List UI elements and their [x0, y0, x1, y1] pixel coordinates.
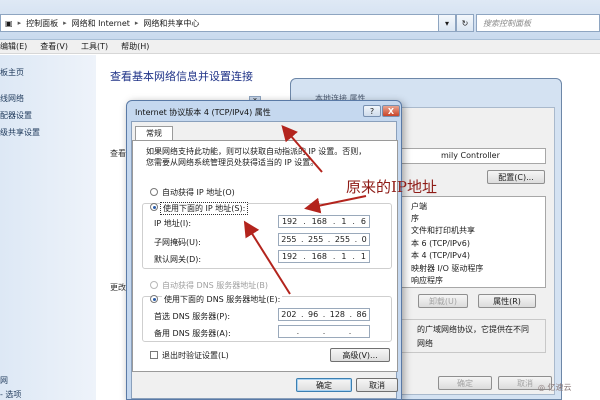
gateway-octet: 192: [281, 252, 298, 261]
nav-control-panel-home[interactable]: 板主页: [0, 67, 24, 78]
watermark-text: 亿速云: [547, 383, 572, 392]
computer-icon: ▣: [5, 18, 13, 28]
breadcrumb-network-internet[interactable]: 网络和 Internet: [72, 18, 130, 29]
adapter-name-field: mily Controller: [400, 148, 546, 164]
dialog-title: Internet 协议版本 4 (TCP/IPv4) 属性: [135, 108, 271, 117]
ip-address-label: IP 地址(I):: [154, 219, 192, 228]
description-box: 的广域网络协议，它提供在不同 网络: [400, 319, 546, 353]
refresh-icon[interactable]: ↻: [456, 14, 474, 32]
gateway-octet: 1: [360, 252, 366, 261]
ip-octet: 192: [281, 217, 298, 226]
menu-tools[interactable]: 工具(T): [81, 41, 108, 52]
list-item[interactable]: 本 6 (TCP/IPv6): [411, 238, 470, 249]
auto-ip-label: 自动获得 IP 地址(O): [162, 188, 235, 197]
intro-line-2: 您需要从网络系统管理员处获得适当的 IP 设置。: [146, 158, 319, 167]
menu-edit[interactable]: 编辑(E): [0, 41, 27, 52]
preferred-dns-label: 首选 DNS 服务器(P):: [154, 312, 231, 321]
adapter-name: mily Controller: [441, 151, 500, 160]
gateway-octet: 1: [341, 252, 347, 261]
manual-ip-radio[interactable]: [150, 203, 158, 211]
tab-general[interactable]: 常规: [135, 126, 173, 140]
help-icon: ?: [369, 106, 375, 116]
menu-view[interactable]: 查看(V): [40, 41, 68, 52]
address-field[interactable]: ▣ ▸ 控制面板 ▸ 网络和 Internet ▸ 网络和共享中心: [0, 14, 468, 32]
mask-octet: 0: [361, 235, 367, 244]
mask-octet: 255: [308, 235, 324, 244]
validate-label: 退出时验证设置(L): [162, 351, 229, 360]
dropdown-icon[interactable]: ▾: [438, 14, 456, 32]
close-button[interactable]: X: [382, 105, 400, 117]
list-item[interactable]: 映射器 I/O 驱动程序: [411, 263, 483, 274]
list-item[interactable]: 序: [411, 213, 419, 224]
auto-ip-radio[interactable]: [150, 188, 158, 196]
subnet-mask-label: 子网掩码(U):: [154, 238, 201, 247]
intro-line-1: 如果网络支持此功能，则可以获取自动指派的 IP 设置。否则，: [146, 147, 367, 156]
validate-checkbox[interactable]: [150, 351, 158, 359]
nav-advanced-sharing[interactable]: 级共享设置: [0, 127, 40, 138]
breadcrumb-control-panel[interactable]: 控制面板: [26, 18, 58, 29]
alternate-dns-field[interactable]: . . .: [278, 325, 370, 338]
address-bar-area: ▣ ▸ 控制面板 ▸ 网络和 Internet ▸ 网络和共享中心 ▾ ↻ 搜索…: [0, 0, 600, 40]
list-item[interactable]: 文件和打印机共享: [411, 225, 475, 236]
configure-button[interactable]: 配置(C)...: [487, 170, 545, 184]
description-line-2: 网络: [417, 339, 433, 348]
dns-octet: 86: [356, 310, 367, 319]
left-nav-pane: 板主页 线网络 配器设置 级共享设置 网 - 选项: [0, 55, 96, 400]
nav-bottom-network[interactable]: 网: [0, 375, 8, 386]
menu-help[interactable]: 帮助(H): [121, 41, 149, 52]
cancel-button[interactable]: 取消: [356, 378, 398, 392]
nav-bottom-options[interactable]: - 选项: [0, 389, 21, 400]
bg-ok-button[interactable]: 确定: [438, 376, 492, 390]
list-item[interactable]: 户端: [411, 201, 427, 212]
menu-bar: 编辑(E) 查看(V) 工具(T) 帮助(H): [0, 40, 600, 54]
breadcrumb-network-sharing-center[interactable]: 网络和共享中心: [143, 18, 199, 29]
dns-octet: 96: [308, 310, 319, 319]
gateway-field[interactable]: 192. 168. 1. 1: [278, 250, 370, 263]
annotation-original-ip: 原来的IP地址: [346, 178, 438, 196]
list-item[interactable]: 本 4 (TCP/IPv4): [411, 250, 470, 261]
dns-octet: 202: [281, 310, 297, 319]
watermark-logo-icon: ◎: [538, 383, 545, 392]
main-text-view: 查看: [110, 149, 126, 158]
alternate-dns-label: 备用 DNS 服务器(A):: [154, 329, 231, 338]
close-icon: X: [387, 106, 395, 116]
watermark: ◎ 亿速云: [538, 382, 572, 393]
ip-octet: 1: [341, 217, 347, 226]
manual-ip-label: 使用下面的 IP 地址(S):: [160, 202, 249, 215]
ip-address-field[interactable]: 192. 168. 1. 6: [278, 215, 370, 228]
manual-dns-label: 使用下面的 DNS 服务器地址(E):: [162, 294, 283, 305]
description-line-1: 的广域网络协议，它提供在不同: [417, 325, 529, 334]
advanced-button[interactable]: 高级(V)...: [330, 348, 390, 362]
properties-button[interactable]: 属性(R): [478, 294, 536, 308]
list-item[interactable]: 响应程序: [411, 275, 443, 286]
mask-octet: 255: [281, 235, 297, 244]
uninstall-button[interactable]: 卸载(U): [418, 294, 468, 308]
chevron-right-icon: ▸: [63, 19, 67, 27]
page-title: 查看基本网络信息并设置连接: [110, 70, 253, 83]
gateway-octet: 168: [311, 252, 327, 261]
chevron-right-icon: ▸: [134, 19, 139, 27]
nav-adapter-settings[interactable]: 配器设置: [0, 110, 32, 121]
auto-dns-label: 自动获得 DNS 服务器地址(B): [162, 281, 269, 290]
preferred-dns-field[interactable]: 202. 96. 128. 86: [278, 308, 370, 321]
mask-octet: 255: [334, 235, 351, 244]
manual-dns-radio[interactable]: [150, 295, 158, 303]
ip-octet: 168: [311, 217, 327, 226]
nav-wireless-network[interactable]: 线网络: [0, 93, 24, 104]
chevron-right-icon: ▸: [17, 19, 22, 27]
dns-octet: 128: [329, 310, 346, 319]
connection-items-list: 户端 序 文件和打印机共享 本 6 (TCP/IPv6) 本 4 (TCP/IP…: [400, 196, 546, 288]
ok-button[interactable]: 确定: [296, 378, 352, 392]
gateway-label: 默认网关(D):: [154, 255, 202, 264]
ip-octet: 6: [360, 217, 366, 226]
tab-general-label: 常规: [146, 129, 162, 138]
search-placeholder: 搜索控制面板: [483, 18, 531, 28]
help-button[interactable]: ?: [363, 105, 381, 117]
main-text-change: 更改: [110, 283, 126, 292]
search-input[interactable]: 搜索控制面板: [476, 14, 600, 32]
subnet-mask-field[interactable]: 255. 255. 255. 0: [278, 233, 370, 246]
auto-dns-radio[interactable]: [150, 281, 158, 289]
